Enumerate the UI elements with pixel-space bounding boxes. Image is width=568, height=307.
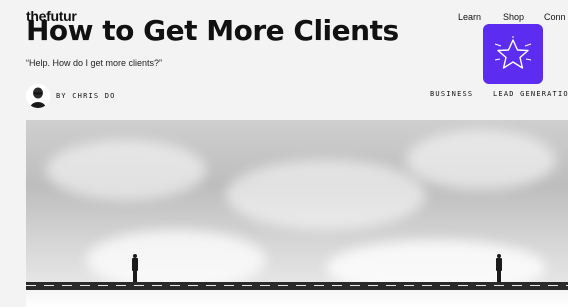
brand-logo[interactable]: thefutur xyxy=(26,8,77,24)
tag-lead-generation[interactable]: LEAD GENERATIO xyxy=(493,90,568,98)
person-right xyxy=(496,254,502,282)
star-icon xyxy=(494,36,532,69)
article-title: How to Get More Clients xyxy=(26,14,399,47)
nav-item-connect[interactable]: Conn xyxy=(544,12,566,22)
author-row: BY CHRIS DO xyxy=(26,84,116,108)
tag-business[interactable]: BUSINESS xyxy=(430,90,473,98)
road xyxy=(26,282,568,290)
person-left xyxy=(132,254,138,282)
avatar[interactable] xyxy=(26,84,50,108)
author-byline[interactable]: BY CHRIS DO xyxy=(56,92,116,100)
article-subtitle: “Help. How do I get more clients?” xyxy=(26,58,163,68)
nav-item-learn[interactable]: Learn xyxy=(458,12,481,22)
hero-image xyxy=(26,120,568,307)
nav-item-shop[interactable]: Shop xyxy=(503,12,524,22)
promo-star-button[interactable] xyxy=(483,24,543,84)
